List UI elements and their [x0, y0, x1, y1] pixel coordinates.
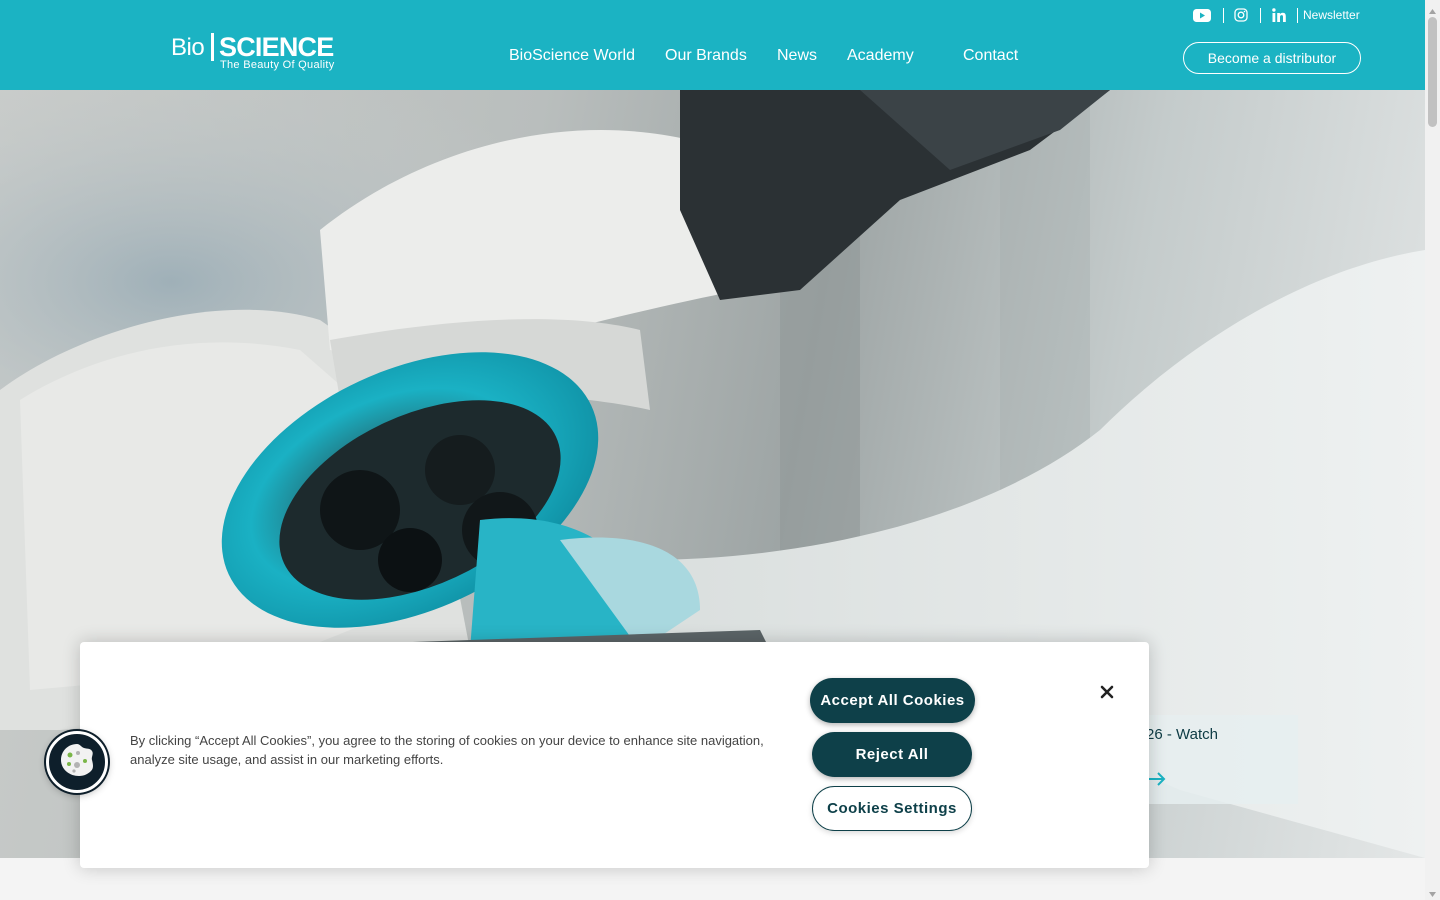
linkedin-icon[interactable]: [1272, 6, 1286, 24]
cookie-consent-text: By clicking “Accept All Cookies”, you ag…: [130, 733, 764, 767]
hero-card-text: 26 - Watch: [1146, 726, 1218, 743]
scroll-down-icon[interactable]: [1428, 886, 1437, 897]
top-links-divider: [1223, 8, 1224, 23]
brand-logo[interactable]: Bio SCIENCE The Beauty Of Quality: [171, 31, 343, 73]
accept-all-cookies-button[interactable]: Accept All Cookies: [810, 678, 975, 723]
nav-item-news[interactable]: News: [777, 47, 817, 65]
top-links-divider: [1260, 8, 1261, 23]
nav-item-bioscience-world[interactable]: BioScience World: [509, 47, 635, 65]
scroll-up-icon[interactable]: [1428, 3, 1437, 14]
logo-tagline: The Beauty Of Quality: [220, 59, 335, 71]
cookie-consent-banner: By clicking “Accept All Cookies”, you ag…: [80, 642, 1149, 868]
cookies-settings-button[interactable]: Cookies Settings: [812, 786, 972, 831]
become-distributor-button[interactable]: Become a distributor: [1183, 42, 1361, 74]
close-icon[interactable]: [1097, 682, 1117, 702]
page-scrollbar[interactable]: [1425, 0, 1440, 900]
logo-bio-text: Bio: [171, 34, 205, 61]
cookie-preferences-button[interactable]: [46, 731, 108, 793]
nav-item-contact[interactable]: Contact: [963, 47, 1018, 65]
youtube-icon[interactable]: [1193, 6, 1211, 24]
instagram-icon[interactable]: [1234, 6, 1248, 24]
scrollbar-thumb[interactable]: [1428, 17, 1437, 127]
cookie-icon: [57, 740, 97, 785]
reject-all-button[interactable]: Reject All: [812, 732, 972, 777]
top-links-divider: [1297, 8, 1298, 23]
logo-divider: [211, 33, 214, 61]
nav-item-our-brands[interactable]: Our Brands: [665, 47, 747, 65]
newsletter-link[interactable]: Newsletter: [1303, 8, 1360, 22]
nav-item-academy[interactable]: Academy: [847, 47, 914, 65]
site-header: Bio SCIENCE The Beauty Of Quality BioSci…: [0, 0, 1425, 90]
